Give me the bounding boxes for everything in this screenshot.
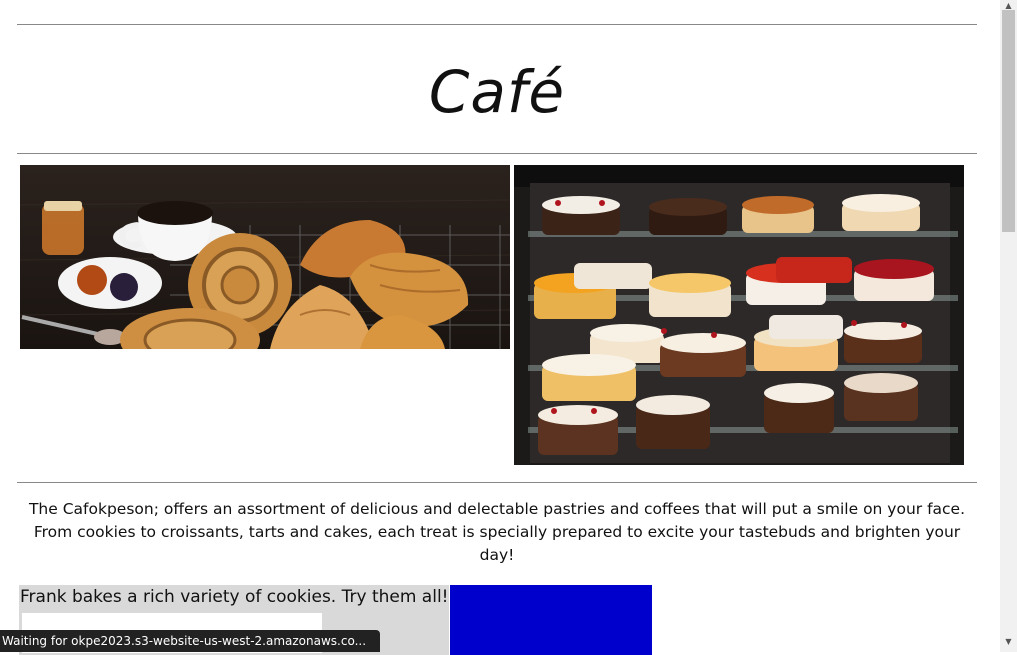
intro-paragraph: The Cafokpeson; offers an assortment of … (28, 500, 966, 564)
content-divider (17, 482, 977, 483)
status-bar: Waiting for okpe2023.s3-website-us-west-… (0, 630, 381, 652)
blue-image-block (450, 585, 652, 655)
scroll-up-arrow-icon[interactable]: ▲ (1000, 0, 1017, 12)
pastries-coffee-photo (20, 165, 510, 349)
title-divider (17, 153, 977, 154)
top-divider (17, 24, 977, 25)
page-title: Café (428, 58, 566, 126)
cake-display-photo (514, 165, 964, 465)
scrollbar-thumb[interactable] (1002, 10, 1015, 232)
cookies-heading: Frank bakes a rich variety of cookies. T… (20, 587, 449, 607)
scroll-down-arrow-icon[interactable]: ▼ (1000, 636, 1017, 648)
page: Café The Cafokpeson; offers an assortmen… (0, 0, 1000, 655)
